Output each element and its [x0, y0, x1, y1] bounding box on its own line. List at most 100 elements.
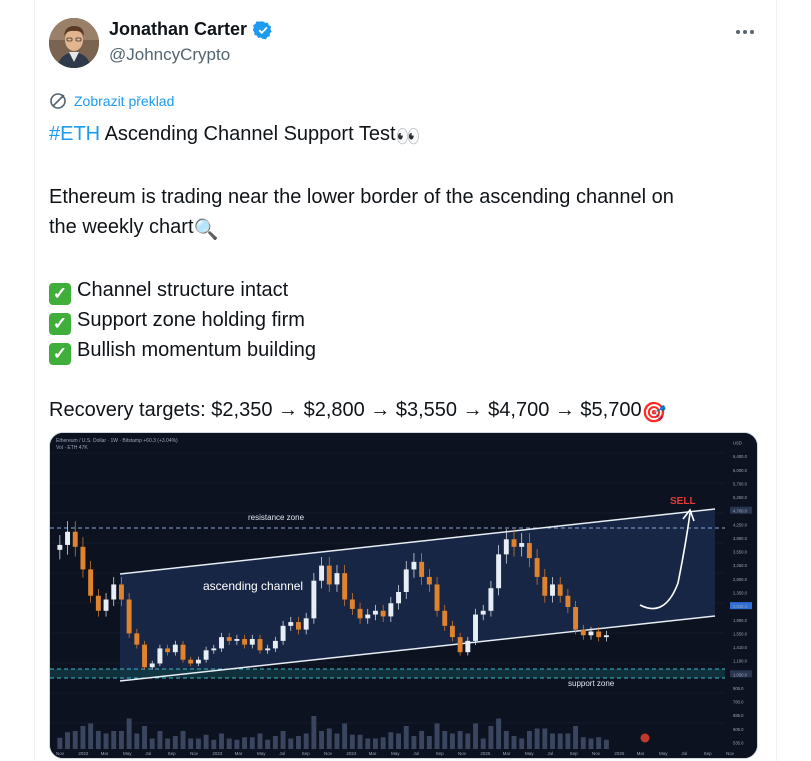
candle-body — [542, 576, 548, 596]
chart-header: Ethereum / U.S. Dollar · 1W · Bitstamp +… — [56, 438, 178, 444]
volume-bar — [103, 733, 109, 749]
candle-body — [219, 637, 224, 649]
candle-body — [480, 610, 486, 615]
candle-body — [296, 622, 301, 630]
volume-bar — [334, 733, 340, 749]
price-tick-label: 1,900.0 — [733, 618, 748, 623]
target-emoji-icon: 🎯 — [641, 402, 667, 424]
price-tick-label: 2,042.4 — [733, 604, 748, 609]
volume-bar — [234, 739, 240, 749]
time-tick-label: Jul — [145, 751, 151, 756]
candle-body — [242, 639, 248, 645]
magnifier-emoji-icon: 🔍 — [193, 219, 219, 241]
candle-body — [426, 576, 432, 585]
candle-body — [526, 543, 532, 559]
price-tick-label: 2,800.0 — [733, 577, 748, 582]
time-tick-label: Sep — [436, 751, 445, 756]
candle-body — [550, 584, 555, 596]
time-tick-label: 2024 — [346, 751, 357, 756]
candle-body — [303, 618, 309, 630]
translate-link[interactable]: Zobrazit překlad — [49, 92, 174, 110]
more-dots-icon[interactable] — [733, 22, 757, 42]
timeline-border-right — [776, 0, 777, 761]
price-tick-label: 3,250.0 — [733, 563, 748, 568]
volume-bar — [603, 739, 609, 749]
support-zone-label: support zone — [568, 679, 615, 688]
time-tick-label: Nov — [458, 751, 467, 756]
candle-body — [511, 539, 517, 547]
volume-bar — [488, 726, 494, 749]
volume-bar — [288, 738, 294, 749]
time-tick-label: Mar — [637, 751, 645, 756]
candle-body — [442, 610, 448, 626]
volume-bar — [480, 738, 486, 749]
candle-body — [280, 625, 286, 641]
volume-bar — [550, 733, 555, 749]
time-tick-label: 2023 — [212, 751, 223, 756]
price-tick-label: 685.0 — [733, 713, 744, 718]
volume-bar — [342, 723, 348, 749]
volume-bar — [411, 736, 417, 749]
verified-badge-icon[interactable] — [253, 20, 273, 40]
avatar[interactable] — [49, 18, 99, 68]
candle-body — [95, 595, 101, 611]
hashtag-link[interactable]: #ETH — [49, 123, 100, 145]
candle-body — [165, 648, 171, 653]
price-tick-label: 5,700.0 — [733, 481, 748, 486]
author-name[interactable]: Jonathan Carter — [109, 19, 273, 40]
check-item-text: Channel structure intact — [77, 279, 289, 301]
volume-bar — [296, 736, 301, 749]
candle-body — [557, 584, 563, 596]
time-tick-label: Nov — [592, 751, 601, 756]
price-tick-label: USD — [733, 441, 742, 446]
candle-body — [88, 569, 94, 596]
time-tick-label: Jul — [413, 751, 419, 756]
price-tick-label: 3,850.0 — [733, 536, 748, 541]
targets-line: Recovery targets: $2,350 → $2,800 → $3,5… — [49, 395, 769, 428]
candle-body — [580, 629, 586, 636]
volume-bar — [442, 731, 448, 749]
candle-body — [257, 639, 263, 651]
tweet-title: Ascending Channel Support Test — [100, 123, 396, 145]
time-tick-label: Nov — [56, 751, 65, 756]
check-mark-icon: ✓ — [49, 283, 71, 305]
time-tick-label: Jul — [279, 751, 285, 756]
author-handle[interactable]: @JohncyCrypto — [109, 45, 230, 65]
time-tick-label: Nov — [324, 751, 333, 756]
time-tick-label: Nov — [726, 751, 735, 756]
check-item: ✓ Channel structure intact — [49, 275, 769, 305]
chart-image[interactable]: Ethereum / U.S. Dollar · 1W · Bitstamp +… — [49, 432, 758, 759]
volume-bar — [380, 737, 386, 749]
check-item: ✓ Support zone holding firm — [49, 305, 769, 335]
candle-body — [72, 531, 78, 547]
price-tick-label: 5,250.0 — [733, 495, 748, 500]
time-tick-label: Mar — [503, 751, 511, 756]
volume-bar — [149, 738, 155, 749]
price-tick-label: 605.0 — [733, 727, 744, 732]
time-tick-label: 2025 — [480, 751, 491, 756]
volume-bar — [226, 738, 232, 749]
volume-bar — [357, 734, 363, 749]
candle-body — [188, 659, 194, 664]
price-tick-label: 3,550.0 — [733, 550, 748, 555]
volume-bar — [372, 738, 378, 749]
time-tick-label: Mar — [101, 751, 109, 756]
candle-body — [334, 573, 340, 585]
price-tick-label: 905.0 — [733, 686, 744, 691]
volume-bar — [526, 731, 532, 749]
volume-bar — [588, 738, 594, 749]
volume-bar — [596, 737, 602, 749]
volume-bar — [388, 732, 394, 749]
candle-body — [272, 640, 278, 649]
candle-body — [372, 610, 378, 615]
candle-body — [142, 644, 147, 668]
volume-bar — [195, 738, 201, 749]
price-tick-label: 1,550.0 — [733, 631, 748, 636]
volume-bar — [257, 733, 263, 749]
volume-bar — [534, 728, 540, 749]
volume-bar — [349, 734, 355, 749]
eyes-emoji-icon: 👀 — [395, 126, 421, 148]
volume-bar — [557, 733, 563, 749]
time-tick-label: Sep — [302, 751, 311, 756]
candle-body — [234, 639, 240, 641]
